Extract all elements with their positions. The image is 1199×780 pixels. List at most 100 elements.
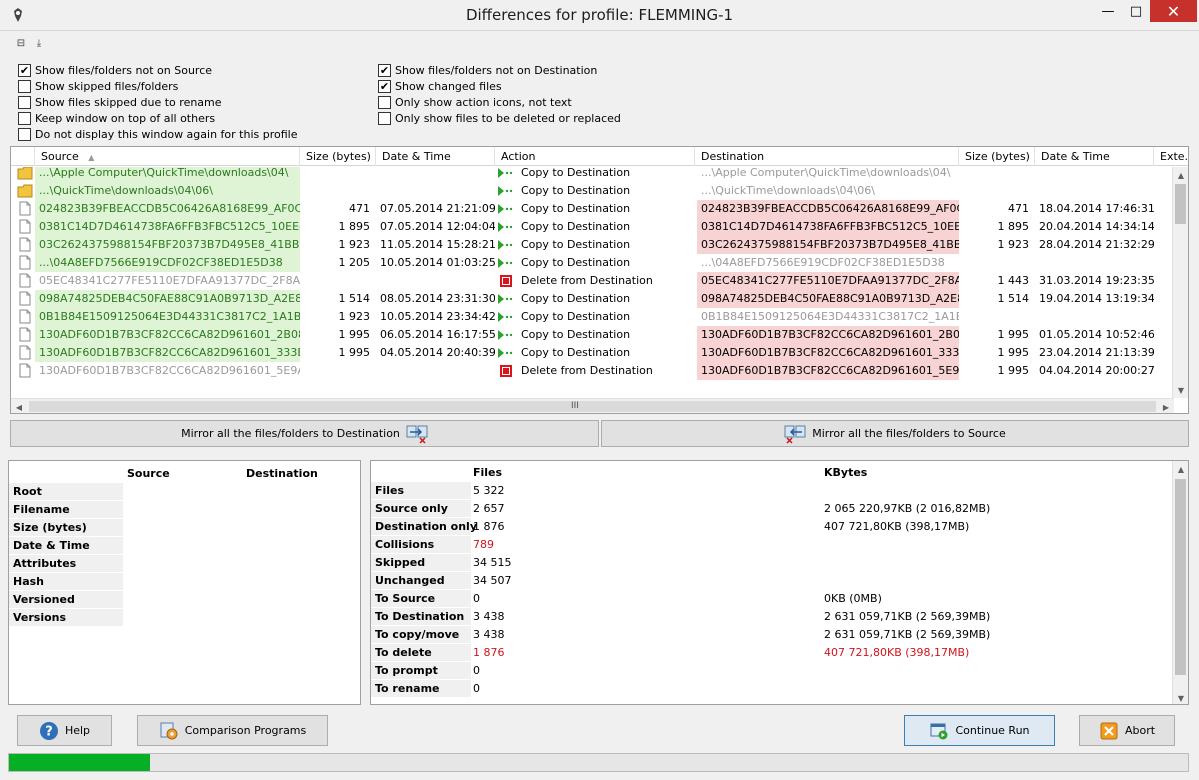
copy-arrow-icon[interactable] — [497, 254, 517, 272]
stats-vertical-scrollbar[interactable]: ▲ ▼ — [1172, 461, 1188, 704]
table-row[interactable]: 130ADF60D1B7B3CF82CC6CA82D961601_333E06C… — [11, 344, 1174, 362]
column-header-source-date[interactable]: Date & Time — [376, 147, 495, 166]
destination-size — [959, 254, 1035, 272]
column-header-source[interactable]: Source ▲ — [35, 147, 300, 166]
copy-arrow-icon[interactable] — [497, 167, 517, 182]
destination-size: 1 995 — [997, 364, 1030, 377]
checkbox[interactable] — [18, 127, 31, 141]
table-row[interactable]: 0381C14D7D4614738FA6FFB3FBC512C5_10EE4CD… — [11, 218, 1174, 236]
table-row[interactable]: ...\Apple Computer\QuickTime\downloads\0… — [11, 167, 1174, 182]
table-row[interactable]: 098A74825DEB4C50FAE88C91A0B9713D_A2E842D… — [11, 290, 1174, 308]
close-button[interactable]: ✕ — [1150, 0, 1197, 22]
destination-path: 130ADF60D1B7B3CF82CC6CA82D961601_5E9A438 — [697, 362, 959, 380]
checkbox[interactable] — [18, 95, 31, 109]
checkbox[interactable]: ✔ — [18, 63, 31, 77]
comparison-programs-button[interactable]: Comparison Programs — [137, 715, 328, 746]
column-header-dest-date[interactable]: Date & Time — [1035, 147, 1154, 166]
copy-arrow-icon[interactable] — [497, 326, 517, 344]
column-header-action[interactable]: Action — [495, 147, 695, 166]
help-button[interactable]: ? Help — [17, 715, 112, 746]
table-row[interactable]: 130ADF60D1B7B3CF82CC6CA82D961601_5E9A438… — [11, 362, 1174, 380]
mirror-to-destination-button[interactable]: Mirror all the files/folders to Destinat… — [10, 420, 599, 447]
scroll-up-icon[interactable]: ▲ — [1173, 461, 1188, 477]
table-row[interactable]: 03C2624375988154FBF20373B7D495E8_41BB339… — [11, 236, 1174, 254]
stats-label: To Source — [371, 590, 471, 608]
scroll-right-icon[interactable]: ▶ — [1158, 399, 1174, 413]
destination-path: 05EC48341C277FE5110E7DFAA91377DC_2F8ADFC — [697, 272, 959, 290]
checkbox[interactable]: ✔ — [378, 63, 391, 77]
panel-splitter[interactable] — [361, 460, 370, 705]
destination-date: 28.04.2014 21:32:29 — [1039, 238, 1154, 251]
destination-path: 0B1B84E1509125064E3D44331C3817C2_1A1B490… — [701, 310, 959, 323]
minimize-button[interactable]: — — [1094, 0, 1122, 22]
scroll-thumb[interactable] — [29, 401, 1156, 412]
copy-arrow-icon[interactable] — [497, 200, 517, 218]
grid-horizontal-scrollbar[interactable]: ◀ III ▶ — [11, 398, 1174, 413]
action-label[interactable]: Delete from Destination — [517, 272, 695, 290]
action-label[interactable]: Copy to Destination — [517, 182, 695, 200]
table-row[interactable]: 05EC48341C277FE5110E7DFAA91377DC_2F8ADFC… — [11, 272, 1174, 290]
action-label[interactable]: Delete from Destination — [517, 362, 695, 380]
action-label[interactable]: Copy to Destination — [517, 200, 695, 218]
checkbox[interactable] — [18, 111, 31, 125]
copy-arrow-icon[interactable] — [497, 308, 517, 326]
column-header-dest-size[interactable]: Size (bytes) — [959, 147, 1035, 166]
copy-arrow-icon[interactable] — [497, 236, 517, 254]
table-row[interactable]: ...\04A8EFD7566E919CDF02CF38ED1E5D38 1 20… — [11, 254, 1174, 272]
grid-vertical-scrollbar[interactable]: ▲ ▼ — [1172, 167, 1188, 398]
option-icons-only[interactable]: Only show action icons, not text — [378, 94, 572, 110]
stats-row: To copy/move 3 438 2 631 059,71KB (2 569,3… — [371, 626, 1173, 644]
column-header-source-size[interactable]: Size (bytes) — [300, 147, 376, 166]
option-do-not-display[interactable]: Do not display this window again for thi… — [18, 126, 298, 142]
table-row[interactable]: ...\QuickTime\downloads\04\06\ Copy to De… — [11, 182, 1174, 200]
checkbox[interactable] — [18, 79, 31, 93]
destination-date — [1035, 308, 1154, 326]
column-header-extension[interactable]: Exte... — [1154, 147, 1188, 166]
action-label[interactable]: Copy to Destination — [517, 254, 695, 272]
checkbox[interactable]: ✔ — [378, 79, 391, 93]
action-label[interactable]: Copy to Destination — [517, 290, 695, 308]
copy-arrow-icon[interactable] — [497, 344, 517, 362]
expand-all-icon[interactable]: ⤓ — [32, 36, 46, 50]
stats-files: 2 657 — [473, 502, 505, 515]
copy-arrow-icon[interactable] — [497, 290, 517, 308]
option-skipped-rename[interactable]: Show files skipped due to rename — [18, 94, 222, 110]
delete-icon[interactable] — [497, 272, 517, 290]
action-label[interactable]: Copy to Destination — [517, 308, 695, 326]
action-label[interactable]: Copy to Destination — [517, 344, 695, 362]
stats-kbytes: 407 721,80KB (398,17MB) — [824, 646, 970, 659]
scroll-up-icon[interactable]: ▲ — [1173, 167, 1188, 183]
action-label[interactable]: Copy to Destination — [517, 326, 695, 344]
scroll-thumb[interactable] — [1175, 184, 1186, 224]
option-deleted-replaced[interactable]: Only show files to be deleted or replace… — [378, 110, 621, 126]
checkbox[interactable] — [378, 111, 391, 125]
option-keep-on-top[interactable]: Keep window on top of all others — [18, 110, 215, 126]
scroll-thumb[interactable] — [1175, 479, 1186, 675]
property-row: Versions — [9, 609, 360, 627]
collapse-all-icon[interactable]: ⊟ — [14, 36, 28, 50]
scroll-left-icon[interactable]: ◀ — [11, 399, 27, 413]
option-not-on-source[interactable]: ✔ Show files/folders not on Source — [18, 62, 212, 78]
delete-icon[interactable] — [497, 362, 517, 380]
option-skipped[interactable]: Show skipped files/folders — [18, 78, 178, 94]
table-row[interactable]: 0B1B84E1509125064E3D44331C3817C2_1A1B490… — [11, 308, 1174, 326]
action-label[interactable]: Copy to Destination — [517, 167, 695, 182]
mirror-to-source-button[interactable]: Mirror all the files/folders to Source — [601, 420, 1189, 447]
maximize-button[interactable]: □ — [1122, 0, 1150, 22]
table-row[interactable]: 024823B39FBEACCDB5C06426A8168E99_AF0C022… — [11, 200, 1174, 218]
source-size: 1 923 — [338, 238, 371, 251]
scroll-down-icon[interactable]: ▼ — [1173, 382, 1188, 398]
action-label[interactable]: Copy to Destination — [517, 218, 695, 236]
option-changed-files[interactable]: ✔ Show changed files — [378, 78, 502, 94]
continue-run-button[interactable]: Continue Run — [904, 715, 1055, 746]
table-row[interactable]: 130ADF60D1B7B3CF82CC6CA82D961601_2B088C1… — [11, 326, 1174, 344]
copy-arrow-icon[interactable] — [497, 218, 517, 236]
option-not-on-destination[interactable]: ✔ Show files/folders not on Destination — [378, 62, 597, 78]
copy-arrow-icon[interactable] — [497, 182, 517, 200]
action-label[interactable]: Copy to Destination — [517, 236, 695, 254]
abort-button[interactable]: Abort — [1079, 715, 1175, 746]
checkbox[interactable] — [378, 95, 391, 109]
scroll-down-icon[interactable]: ▼ — [1173, 690, 1188, 704]
column-header-destination[interactable]: Destination — [695, 147, 959, 166]
source-path: 0381C14D7D4614738FA6FFB3FBC512C5_10EE4CD — [35, 218, 300, 236]
